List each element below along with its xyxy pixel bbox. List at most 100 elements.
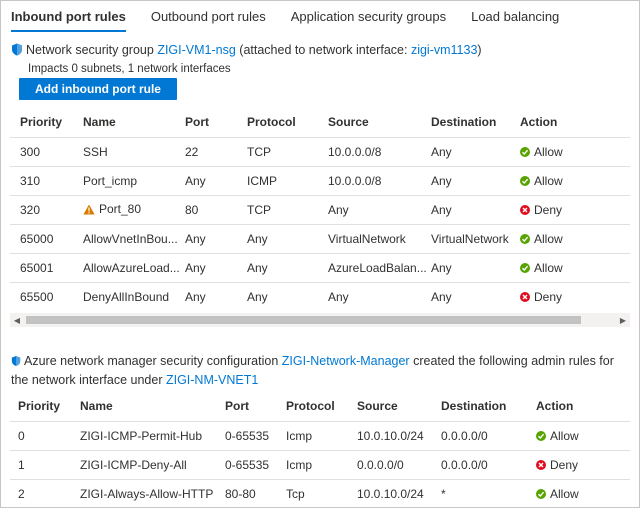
- header-protocol: Protocol: [286, 398, 335, 413]
- destination-cell: Any: [431, 260, 452, 275]
- priority-cell: 1: [18, 457, 25, 472]
- port-cell: Any: [185, 260, 206, 275]
- name-cell: DenyAllInBound: [83, 282, 185, 311]
- action-status: Allow: [520, 232, 563, 246]
- rule-name: SSH: [83, 144, 108, 159]
- tab-load-balancing[interactable]: Load balancing: [471, 1, 559, 33]
- check-circle-icon: [520, 146, 530, 157]
- header-source[interactable]: Source: [328, 107, 431, 137]
- nsg-suffix: ): [477, 43, 482, 57]
- rule-name: AllowAzureLoad...: [83, 260, 180, 275]
- action-label: Allow: [534, 144, 563, 159]
- action-cell: Deny: [520, 282, 630, 311]
- tab-inbound-port-rules[interactable]: Inbound port rules: [11, 1, 126, 33]
- table-row[interactable]: 320 Port_80 80 TCP Any Any Deny: [10, 195, 630, 224]
- header-port: Port: [225, 398, 249, 413]
- inbound-rules-table: Priority Name Port Protocol Source Desti…: [10, 107, 630, 311]
- shield-icon: [11, 355, 21, 372]
- source-cell: 10.0.0.0/8: [328, 173, 382, 188]
- action-status: Allow: [536, 487, 579, 501]
- header-priority: Priority: [18, 398, 61, 413]
- protocol-cell: TCP: [247, 202, 271, 217]
- table-row[interactable]: 310 Port_icmp Any ICMP 10.0.0.0/8 Any Allow: [10, 166, 630, 195]
- port-cell: Any: [185, 289, 206, 304]
- nsg-middle: (attached to network interface:: [239, 43, 408, 57]
- name-cell: Port_80: [83, 195, 185, 224]
- check-circle-icon: [536, 488, 546, 499]
- nsg-panel: Inbound port rules Outbound port rules A…: [0, 0, 640, 508]
- destination-cell: *: [441, 486, 446, 501]
- header-name: Name: [80, 398, 113, 413]
- tab-application-security-groups[interactable]: Application security groups: [291, 1, 446, 33]
- header-action[interactable]: Action: [520, 107, 630, 137]
- anm-prefix: Azure network manager security configura…: [24, 354, 279, 368]
- header-source: Source: [357, 398, 398, 413]
- priority-cell: 65500: [20, 289, 54, 304]
- protocol-cell: Any: [247, 289, 268, 304]
- header-name[interactable]: Name: [83, 107, 185, 137]
- impacts-text: Impacts 0 subnets, 1 network interfaces: [28, 63, 231, 75]
- source-cell: VirtualNetwork: [328, 231, 406, 246]
- action-status: Allow: [536, 429, 579, 443]
- name-cell: ZIGI-ICMP-Deny-All: [80, 457, 187, 472]
- table-row: 0 ZIGI-ICMP-Permit-Hub 0-65535 Icmp 10.0.10.…: [10, 421, 630, 450]
- warning-icon: [83, 204, 95, 218]
- source-cell: 10.0.10.0/24: [357, 428, 424, 443]
- name-cell: AllowAzureLoad...: [83, 253, 185, 282]
- x-circle-icon: [520, 204, 530, 215]
- port-cell: Any: [185, 231, 206, 246]
- protocol-cell: Icmp: [286, 428, 313, 443]
- protocol-cell: TCP: [247, 144, 271, 159]
- header-destination[interactable]: Destination: [431, 107, 520, 137]
- scroll-left-icon[interactable]: ◀: [10, 313, 24, 327]
- table-row: 2 ZIGI-Always-Allow-HTTP 80-80 Tcp 10.0.10.0…: [10, 479, 630, 507]
- action-cell: Deny: [536, 450, 630, 479]
- source-cell: Any: [328, 202, 349, 217]
- protocol-cell: Any: [247, 231, 268, 246]
- name-cell: Port_icmp: [83, 166, 185, 195]
- destination-cell: 0.0.0.0/0: [441, 457, 488, 472]
- network-manager-link[interactable]: ZIGI-Network-Manager: [282, 354, 410, 368]
- action-status: Deny: [520, 290, 562, 304]
- action-label: Allow: [534, 231, 563, 246]
- nsg-name-link[interactable]: ZIGI-VM1-nsg: [157, 43, 236, 57]
- vnet-link[interactable]: ZIGI-NM-VNET1: [166, 373, 258, 387]
- tab-bar: Inbound port rules Outbound port rules A…: [1, 1, 639, 33]
- action-label: Allow: [534, 173, 563, 188]
- nic-name-link[interactable]: zigi-vm1133: [411, 43, 477, 57]
- header-action: Action: [536, 398, 574, 413]
- header-protocol[interactable]: Protocol: [247, 107, 328, 137]
- priority-cell: 310: [20, 173, 41, 188]
- tab-outbound-port-rules[interactable]: Outbound port rules: [151, 1, 266, 33]
- header-destination: Destination: [441, 398, 507, 413]
- table-row[interactable]: 300 SSH 22 TCP 10.0.0.0/8 Any Allow: [10, 137, 630, 166]
- source-cell: 0.0.0.0/0: [357, 457, 404, 472]
- source-cell: AzureLoadBalan...: [328, 260, 427, 275]
- table-row[interactable]: 65500 DenyAllInBound Any Any Any Any Deny: [10, 282, 630, 311]
- x-circle-icon: [520, 291, 530, 302]
- nsg-info: Network security group ZIGI-VM1-nsg (att…: [11, 43, 482, 59]
- name-cell: SSH: [83, 137, 185, 166]
- name-cell: AllowVnetInBou...: [83, 224, 185, 253]
- table-row[interactable]: 65000 AllowVnetInBou... Any Any VirtualNetwo…: [10, 224, 630, 253]
- anm-info: Azure network manager security configura…: [11, 353, 631, 389]
- source-cell: 10.0.10.0/24: [357, 486, 424, 501]
- check-circle-icon: [520, 175, 530, 186]
- add-inbound-rule-button[interactable]: Add inbound port rule: [19, 78, 177, 100]
- header-priority[interactable]: Priority: [10, 107, 83, 137]
- action-cell: Allow: [536, 479, 630, 507]
- table-header: Priority Name Port Protocol Source Desti…: [10, 391, 630, 421]
- scroll-right-icon[interactable]: ▶: [616, 313, 630, 327]
- check-circle-icon: [520, 262, 530, 273]
- destination-cell: Any: [431, 202, 452, 217]
- horizontal-scrollbar[interactable]: ◀ ▶: [10, 313, 630, 327]
- header-port[interactable]: Port: [185, 107, 247, 137]
- scrollbar-thumb[interactable]: [26, 316, 581, 324]
- action-cell: Allow: [520, 224, 630, 253]
- protocol-cell: Icmp: [286, 457, 313, 472]
- action-status: Allow: [520, 261, 563, 275]
- port-cell: 0-65535: [225, 457, 270, 472]
- shield-icon: [11, 43, 23, 59]
- name-cell: ZIGI-Always-Allow-HTTP: [80, 486, 214, 501]
- table-row[interactable]: 65001 AllowAzureLoad... Any Any AzureLoadBal…: [10, 253, 630, 282]
